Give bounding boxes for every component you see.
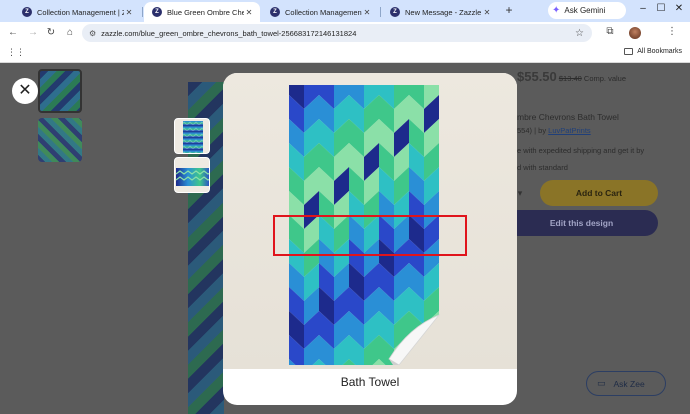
all-bookmarks-label: All Bookmarks: [637, 48, 682, 55]
bookmarks-bar: ⋮⋮ All Bookmarks: [0, 44, 690, 63]
zazzle-favicon-icon: Z: [390, 7, 400, 17]
close-window-icon[interactable]: ✕: [672, 3, 686, 14]
profile-avatar[interactable]: [629, 27, 641, 39]
tab-title: Collection Management | Zazzle: [37, 7, 124, 17]
tab-collection-management-1[interactable]: Z Collection Management | Zazzle ✕: [14, 2, 140, 22]
close-tab-icon[interactable]: ✕: [244, 8, 254, 17]
edit-design-button[interactable]: Edit this design: [505, 210, 658, 236]
tab-separator: [380, 7, 381, 17]
towel-thumbnail-image: [183, 121, 203, 153]
ask-gemini-button[interactable]: ✦ Ask Gemini: [548, 2, 626, 19]
modal-caption: Bath Towel: [340, 375, 400, 389]
rating-row: 554) | by LuvPatPrints: [517, 126, 591, 135]
apps-grid-icon[interactable]: ⋮⋮: [7, 47, 25, 58]
tab-new-message[interactable]: Z New Message - Zazzle ✕: [382, 2, 498, 22]
gemini-icon: ✦: [552, 5, 561, 16]
tab-strip: Z Collection Management | Zazzle ✕ Z Blu…: [0, 0, 690, 22]
extensions-icon[interactable]: ⧉: [603, 26, 617, 37]
product-thumbnail-2[interactable]: [38, 118, 82, 162]
maximize-icon[interactable]: ☐: [654, 3, 668, 14]
forward-arrow-icon[interactable]: →: [26, 26, 40, 40]
comp-value-label: Comp. value: [583, 74, 627, 83]
close-tab-icon[interactable]: ✕: [482, 8, 492, 17]
back-arrow-icon[interactable]: ←: [6, 26, 20, 40]
zazzle-favicon-icon: Z: [152, 7, 162, 17]
old-price: $13.40: [558, 74, 582, 83]
ask-zee-button[interactable]: ▭ Ask Zee: [586, 371, 666, 396]
ask-gemini-label: Ask Gemini: [564, 6, 606, 15]
designer-link[interactable]: LuvPatPrints: [548, 126, 591, 135]
chevron-segment: [424, 335, 439, 365]
all-bookmarks-button[interactable]: All Bookmarks: [624, 48, 682, 55]
new-tab-button[interactable]: +: [502, 3, 516, 17]
tab-title: Blue Green Ombre Chevrons: [167, 7, 244, 17]
bookmark-star-icon[interactable]: ☆: [575, 28, 584, 39]
modal-thumbnail-flat[interactable]: [174, 157, 210, 193]
product-title: mbre Chevrons Bath Towel: [517, 112, 619, 122]
modal-thumbnail-towel[interactable]: [174, 118, 210, 154]
product-thumbnail-1[interactable]: [38, 69, 82, 113]
chevron-segment: [424, 359, 439, 365]
browser-toolbar: ← → ↻ ⌂ ⚙ zazzle.com/blue_green_ombre_ch…: [0, 22, 690, 44]
close-tab-icon[interactable]: ✕: [362, 8, 372, 17]
shipping-text: e with expedited shipping and get it by: [517, 146, 645, 155]
tab-blue-green-ombre[interactable]: Z Blue Green Ombre Chevrons ✕: [144, 2, 260, 22]
tab-title: New Message - Zazzle: [405, 7, 482, 17]
folder-icon: [624, 48, 634, 55]
menu-dots-icon[interactable]: ⋮: [665, 26, 679, 37]
tab-separator: [142, 7, 143, 17]
url-text: zazzle.com/blue_green_ombre_chevrons_bat…: [101, 28, 357, 38]
reload-icon[interactable]: ↻: [44, 26, 58, 40]
standard-shipping-text: d with standard: [517, 163, 568, 172]
site-info-icon[interactable]: ⚙: [89, 29, 96, 38]
ask-zee-label: Ask Zee: [613, 378, 645, 389]
add-to-cart-button[interactable]: Add to Cart: [540, 180, 658, 206]
rating-count: 554): [517, 126, 533, 135]
tab-title: Collection Management | Zazzle: [285, 7, 362, 17]
price: $55.50: [517, 69, 557, 84]
address-bar[interactable]: ⚙ zazzle.com/blue_green_ombre_chevrons_b…: [82, 24, 592, 42]
minimize-icon[interactable]: –: [636, 3, 650, 14]
by-label: | by: [534, 126, 547, 135]
close-icon: ✕: [18, 82, 32, 99]
tab-collection-management-2[interactable]: Z Collection Management | Zazzle ✕: [262, 2, 378, 22]
chevron-segment: [409, 359, 424, 365]
home-icon[interactable]: ⌂: [63, 26, 77, 40]
zazzle-favicon-icon: Z: [22, 7, 32, 17]
chat-bubble-icon: ▭: [597, 378, 606, 388]
close-tab-icon[interactable]: ✕: [124, 8, 134, 17]
price-row: $55.50 $13.40 Comp. value: [517, 69, 626, 84]
close-modal-button[interactable]: ✕: [12, 78, 38, 104]
highlight-box: [273, 215, 467, 256]
flat-thumbnail-image: [175, 168, 209, 186]
zazzle-favicon-icon: Z: [270, 7, 280, 17]
